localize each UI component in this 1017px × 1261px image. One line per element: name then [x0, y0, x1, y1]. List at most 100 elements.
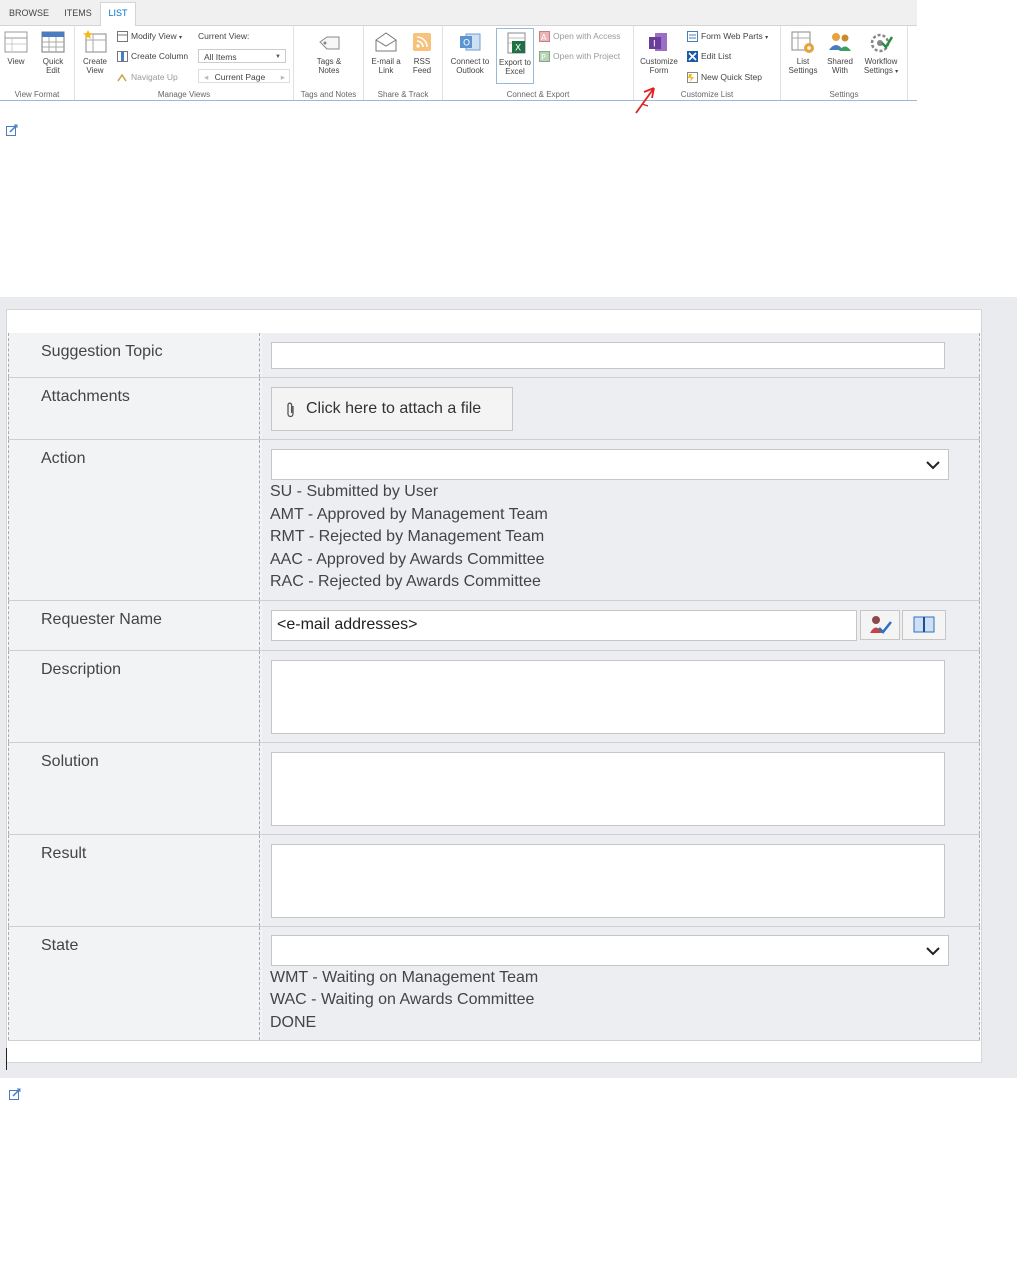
- modify-view-button[interactable]: Modify View ▾: [117, 28, 182, 44]
- label-result: Result: [41, 845, 87, 862]
- list-settings-icon: [791, 30, 815, 54]
- browse-directory-button[interactable]: [902, 610, 946, 640]
- current-view-label: Current View:: [198, 31, 250, 41]
- suggestion-topic-input[interactable]: [271, 342, 945, 369]
- description-textarea[interactable]: [271, 660, 945, 734]
- project-icon: P: [539, 51, 550, 63]
- access-icon: A: [539, 31, 550, 43]
- tab-list[interactable]: LIST: [100, 2, 136, 27]
- action-dropdown[interactable]: [271, 449, 949, 480]
- chevron-down-icon: [926, 947, 940, 956]
- text-cursor: [6, 1048, 7, 1070]
- check-names-button[interactable]: [860, 610, 900, 640]
- label-suggestion-topic: Suggestion Topic: [41, 343, 163, 360]
- address-book-icon: [913, 616, 935, 633]
- connect-outlook-button[interactable]: O Connect to Outlook: [447, 30, 493, 75]
- row-attachments: Attachments Click here to attach a file: [8, 378, 980, 440]
- state-option: DONE: [270, 1014, 317, 1031]
- open-access-button[interactable]: A Open with Access: [539, 28, 621, 44]
- current-page-pager[interactable]: ◂ Current Page ▸: [198, 69, 290, 83]
- solution-textarea[interactable]: [271, 752, 945, 826]
- edit-webpart-icon[interactable]: [6, 124, 18, 136]
- label-state: State: [41, 937, 79, 954]
- svg-text:O: O: [463, 39, 470, 49]
- page-next-icon[interactable]: ▸: [281, 70, 285, 84]
- label-action: Action: [41, 450, 86, 467]
- action-option: AMT - Approved by Management Team: [270, 506, 548, 523]
- ribbon-tab-bar: BROWSE ITEMS LIST: [0, 0, 917, 27]
- open-project-button[interactable]: P Open with Project: [539, 48, 620, 64]
- outlook-icon: O: [458, 30, 482, 54]
- group-manage-views: Create View Modify View ▾ Create Column …: [75, 26, 294, 100]
- create-view-icon: [83, 30, 107, 54]
- form-web-parts-button[interactable]: Form Web Parts ▾: [687, 28, 768, 44]
- requester-name-input[interactable]: <e-mail addresses>: [271, 610, 857, 641]
- new-quick-step-button[interactable]: New Quick Step: [687, 69, 762, 85]
- tab-items[interactable]: ITEMS: [58, 3, 98, 24]
- red-arrow-annotation: [635, 87, 655, 114]
- form-container: Suggestion Topic Attachments Click here …: [0, 297, 1017, 1078]
- group-share-track: E-mail a Link RSS Feed Share & Track: [364, 26, 443, 100]
- group-view-format: View Quick Edit View Format: [0, 26, 75, 100]
- action-option: SU - Submitted by User: [270, 483, 439, 500]
- row-solution: Solution: [8, 743, 980, 835]
- group-tags-notes: Tags & Notes Tags and Notes: [294, 26, 364, 100]
- state-dropdown[interactable]: [271, 935, 949, 966]
- rss-icon: [410, 30, 434, 54]
- state-option: WAC - Waiting on Awards Committee: [270, 991, 535, 1008]
- edit-list-icon: [687, 51, 698, 63]
- group-settings: List Settings Shared With Workflow Setti…: [781, 26, 908, 100]
- row-action: Action SU - Submitted by User AMT - Appr…: [8, 440, 980, 601]
- result-textarea[interactable]: [271, 844, 945, 918]
- view-grid-icon: [4, 30, 28, 54]
- svg-text:X: X: [515, 44, 521, 54]
- chevron-down-icon: [926, 461, 940, 470]
- quick-edit-icon: [41, 30, 65, 54]
- action-option: RAC - Rejected by Awards Committee: [270, 573, 541, 590]
- rss-feed-button[interactable]: RSS Feed: [408, 30, 436, 75]
- view-button[interactable]: View: [3, 30, 29, 66]
- modify-view-icon: [117, 31, 128, 43]
- svg-text:I: I: [653, 40, 656, 50]
- state-option: WMT - Waiting on Management Team: [270, 969, 539, 986]
- tag-icon: [317, 30, 341, 54]
- tab-browse[interactable]: BROWSE: [4, 3, 54, 24]
- label-attachments: Attachments: [41, 388, 130, 405]
- edit-list-button[interactable]: Edit List: [687, 48, 731, 64]
- current-view-select[interactable]: All Items ▼: [198, 49, 286, 63]
- navigate-up-button[interactable]: Navigate Up: [117, 69, 178, 85]
- label-requester-name: Requester Name: [41, 611, 162, 628]
- attach-file-button[interactable]: Click here to attach a file: [271, 387, 513, 431]
- navigate-up-icon: [117, 72, 128, 83]
- create-view-button[interactable]: Create View: [79, 30, 111, 75]
- svg-text:A: A: [541, 33, 547, 42]
- form-web-parts-icon: [687, 31, 698, 43]
- label-description: Description: [41, 661, 122, 678]
- envelope-icon: [374, 30, 398, 54]
- row-result: Result: [8, 835, 980, 927]
- paperclip-icon: [287, 402, 294, 418]
- ribbon: BROWSE ITEMS LIST View Quick Edit View F…: [0, 0, 917, 114]
- create-column-button[interactable]: Create Column: [117, 48, 188, 64]
- quick-edit-button[interactable]: Quick Edit: [38, 30, 68, 75]
- edit-webpart-icon[interactable]: [9, 1088, 21, 1100]
- row-suggestion-topic: Suggestion Topic: [8, 333, 980, 378]
- email-link-button[interactable]: E-mail a Link: [368, 30, 404, 75]
- workflow-gear-icon: [869, 30, 894, 54]
- list-settings-button[interactable]: List Settings: [784, 30, 822, 75]
- customize-form-button[interactable]: I Customize Form: [636, 30, 682, 75]
- infopath-icon: I: [647, 30, 671, 54]
- export-excel-button[interactable]: X Export to Excel: [496, 28, 534, 84]
- tags-notes-button[interactable]: Tags & Notes: [308, 30, 350, 75]
- chevron-down-icon: ▾: [765, 35, 769, 41]
- workflow-settings-button[interactable]: Workflow Settings ▾: [859, 30, 903, 77]
- quick-step-icon: [687, 72, 698, 84]
- page-prev-icon[interactable]: ◂: [204, 72, 208, 82]
- action-option: RMT - Rejected by Management Team: [270, 528, 545, 545]
- excel-icon: X: [503, 31, 527, 55]
- ribbon-body: View Quick Edit View Format Create View …: [0, 26, 917, 101]
- people-icon: [828, 30, 852, 54]
- create-column-icon: [117, 51, 128, 63]
- check-names-icon: [870, 616, 892, 634]
- shared-with-button[interactable]: Shared With: [823, 30, 857, 75]
